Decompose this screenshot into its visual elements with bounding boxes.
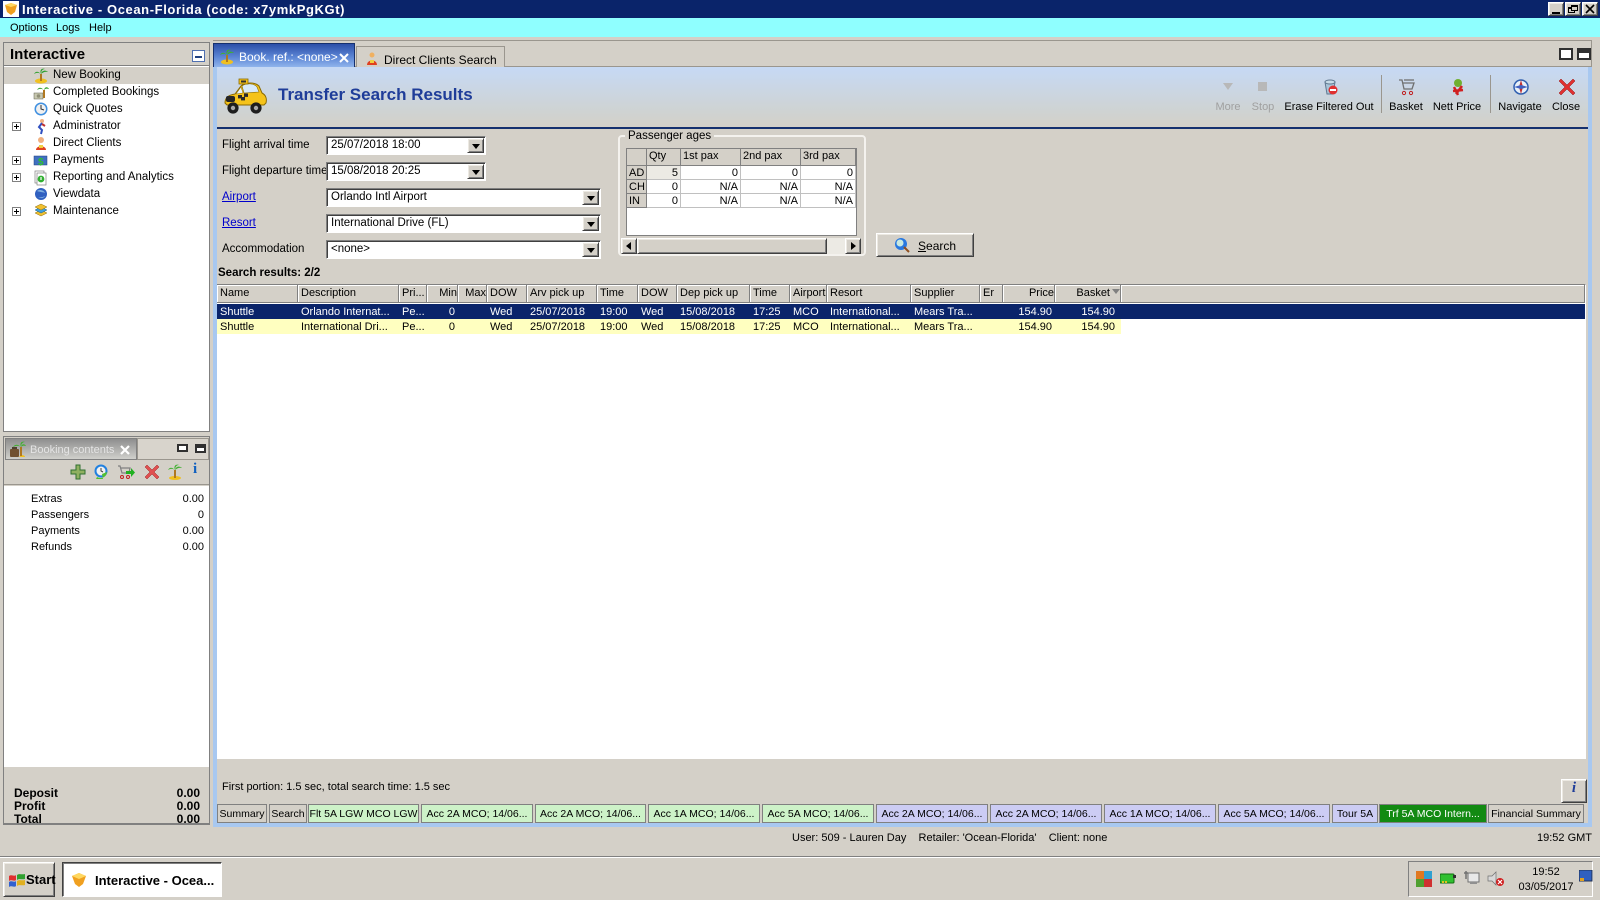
svg-text:$: $	[38, 157, 44, 168]
